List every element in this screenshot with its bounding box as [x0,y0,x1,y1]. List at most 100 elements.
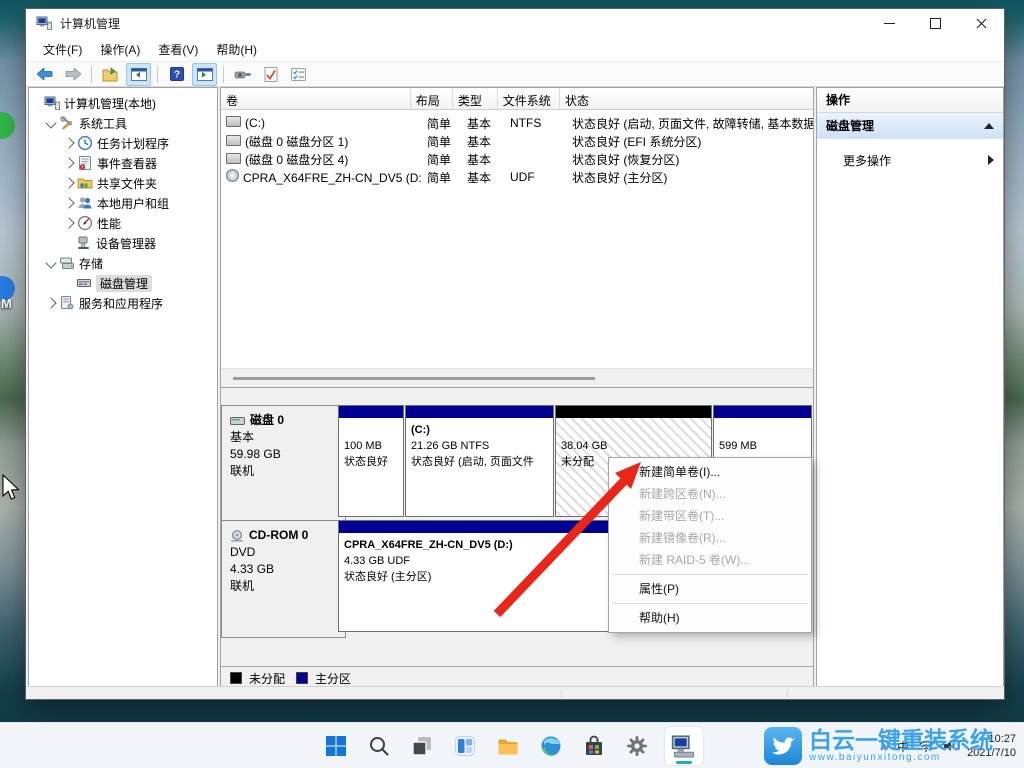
menu-action[interactable]: 操作(A) [91,38,149,61]
cdrom-type: DVD [230,544,345,561]
tree-item-local-users-groups[interactable]: 本地用户和组 [29,193,217,213]
toolbar-separator [223,66,224,83]
tree-item-event-viewer[interactable]: 事件查看器 [29,153,217,173]
computer-management-icon [671,733,697,759]
disk-icon [230,416,245,426]
disk0-info-box[interactable]: 磁盘 0 基本 59.98 GB 联机 [221,405,346,523]
column-header-status[interactable]: 状态 [560,88,813,109]
export-list-button[interactable] [98,63,123,86]
tree-item-device-manager[interactable]: 设备管理器 [29,233,217,253]
maximize-button[interactable] [912,9,958,37]
desktop-icon-green[interactable] [0,112,15,139]
forward-button[interactable] [60,63,85,86]
tree-item-label: 任务计划程序 [97,135,169,152]
tree-item-label: 性能 [97,215,121,232]
tree-item-task-scheduler[interactable]: 任务计划程序 [29,133,217,153]
window-controls [866,9,1004,37]
chevron-right-icon[interactable] [63,137,74,148]
menu-item-new-spanned-volume: 新建跨区卷(N)... [609,483,811,505]
start-button[interactable] [321,731,351,761]
chevron-right-icon[interactable] [63,217,74,228]
actions-group-disk-management[interactable]: 磁盘管理 [817,113,1003,139]
menu-item-new-raid5-volume: 新建 RAID-5 卷(W)... [609,549,811,571]
device-manager-icon [76,235,92,251]
watermark: 白云一键重装系统 www.baiyunxitong.com [764,724,1022,768]
partition-efi[interactable]: 100 MB状态良好 [338,405,404,517]
chevron-right-icon[interactable] [63,197,74,208]
chevron-right-icon[interactable] [63,177,74,188]
action-pane-toggle-button[interactable] [192,63,217,86]
task-view-icon[interactable] [407,731,437,761]
check-document-button[interactable] [258,63,283,86]
tree-item-system-tools[interactable]: 系统工具 [29,113,217,133]
menu-file[interactable]: 文件(F) [34,38,91,61]
volume-row-partition1[interactable]: (磁盘 0 磁盘分区 1) 简单 基本 状态良好 (EFI 系统分区) [221,132,814,150]
column-header-filesystem[interactable]: 文件系统 [498,88,560,109]
widgets-icon[interactable] [450,731,480,761]
partition-color-bar [406,406,553,418]
tree-item-label: 系统工具 [79,115,127,132]
legend-swatch-unallocated [230,672,242,684]
volume-row-dvd[interactable]: CPRA_X64FRE_ZH-CN_DV5 (D:) 简单 基本 UDF 状态良… [221,168,814,186]
file-explorer-icon[interactable] [493,731,523,761]
partition-c[interactable]: (C:)21.26 GB NTFS状态良好 (启动, 页面文件 [405,405,554,517]
graph-legend: 未分配 主分区 [221,666,813,688]
close-icon [976,18,987,29]
title-bar[interactable]: 计算机管理 [26,9,1004,37]
cdrom-status: 联机 [230,578,345,595]
menu-item-new-striped-volume: 新建带区卷(T)... [609,505,811,527]
tree-item-label: 本地用户和组 [97,195,169,212]
collapse-icon[interactable] [984,123,994,129]
volume-row-partition4[interactable]: (磁盘 0 磁盘分区 4) 简单 基本 状态良好 (恢复分区) [221,150,814,168]
minimize-button[interactable] [866,9,912,37]
tree-item-label-selected: 磁盘管理 [96,275,152,292]
menu-item-new-simple-volume[interactable]: 新建简单卷(I)... [609,461,811,483]
tree-item-label: 设备管理器 [96,235,156,252]
volume-icon [226,116,241,127]
chevron-right-icon[interactable] [45,297,56,308]
computer-management-window: 计算机管理 文件(F) 操作(A) 查看(V) 帮助(H) ? [25,8,1005,700]
settings-gear-icon[interactable] [622,731,652,761]
chevron-down-icon[interactable] [45,257,56,268]
column-header-type[interactable]: 类型 [453,88,498,109]
window-title: 计算机管理 [60,15,120,32]
tree-root-computer-management[interactable]: 计算机管理(本地) [29,93,217,113]
console-tree-toggle-button[interactable] [126,63,151,86]
event-viewer-icon [77,155,93,171]
computer-management-taskbar-button[interactable] [665,727,703,765]
close-button[interactable] [958,9,1004,37]
tree-item-storage[interactable]: 存储 [29,253,217,273]
disk0-size: 59.98 GB [230,446,345,463]
disk-management-icon [76,275,92,291]
chevron-down-icon[interactable] [45,117,56,128]
back-button[interactable] [32,63,57,86]
search-icon[interactable] [364,731,394,761]
tree-item-services-applications[interactable]: 服务和应用程序 [29,293,217,313]
cdrom-info-box[interactable]: CD-ROM 0 DVD 4.33 GB 联机 [221,520,346,638]
scrollbar-thumb[interactable] [233,377,595,380]
column-header-volume[interactable]: 卷 [221,88,411,109]
watermark-title: 白云一键重装系统 [809,729,993,752]
volume-row-c[interactable]: (C:) 简单 基本 NTFS 状态良好 (启动, 页面文件, 故障转储, 基本… [221,114,814,132]
column-header-layout[interactable]: 布局 [411,88,453,109]
microsoft-store-icon[interactable] [579,731,609,761]
console-tree-pane: 计算机管理(本地) 系统工具 任务计划程序 事件查看器 [28,87,218,688]
tree-item-disk-management[interactable]: 磁盘管理 [29,273,217,293]
menu-view[interactable]: 查看(V) [149,38,207,61]
desktop-icon-label: M [1,296,12,311]
chevron-right-icon[interactable] [63,157,74,168]
menu-item-help[interactable]: 帮助(H) [609,607,811,629]
horizontal-scrollbar[interactable] [221,368,813,387]
rescan-disks-button[interactable] [230,63,255,86]
edge-browser-icon[interactable] [536,731,566,761]
users-icon [77,195,93,211]
tree-item-shared-folders[interactable]: 共享文件夹 [29,173,217,193]
menu-item-properties[interactable]: 属性(P) [609,578,811,600]
help-button[interactable]: ? [164,63,189,86]
menu-help[interactable]: 帮助(H) [207,38,266,61]
more-actions-item[interactable]: 更多操作 [817,149,1003,171]
checklist-button[interactable] [286,63,311,86]
menu-separator [612,603,808,604]
volume-icon [226,153,241,164]
tree-item-performance[interactable]: 性能 [29,213,217,233]
